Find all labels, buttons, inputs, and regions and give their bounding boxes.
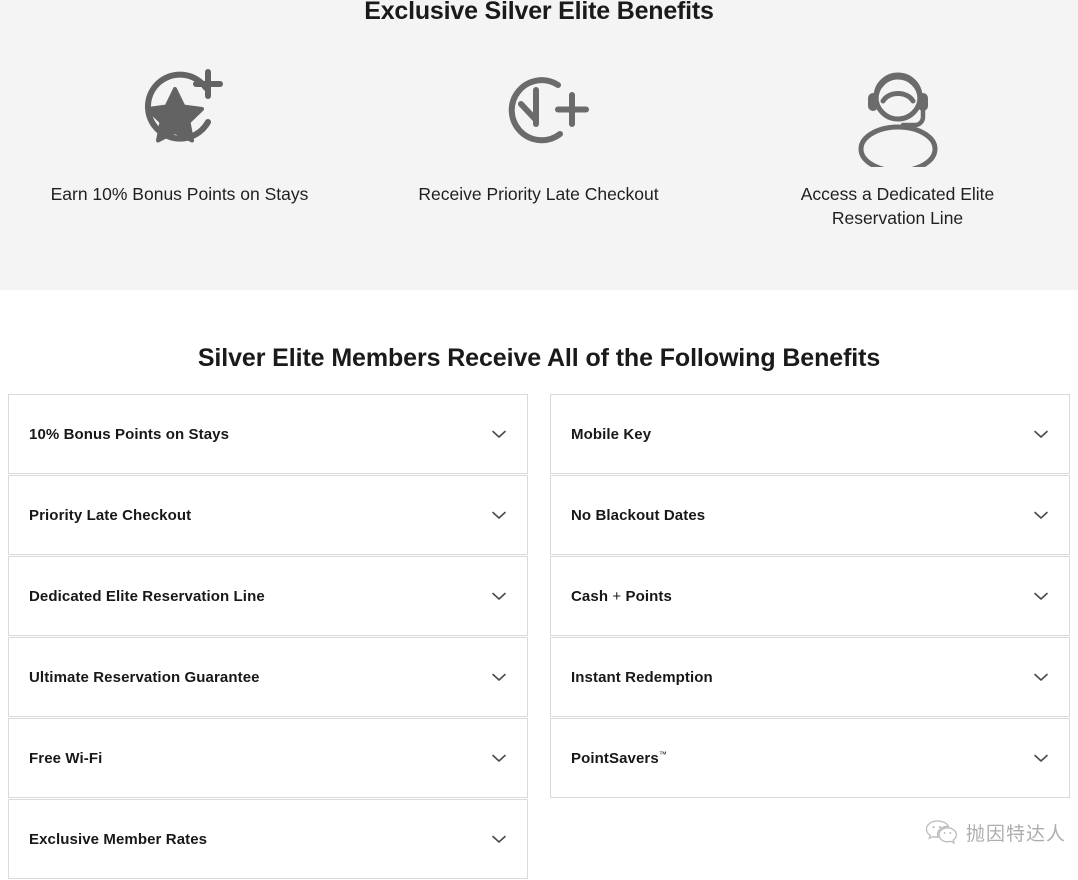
accordion-item-instant-redemption[interactable]: Instant Redemption xyxy=(550,637,1070,717)
chevron-down-icon[interactable] xyxy=(489,748,509,768)
accordion-left-column: 10% Bonus Points on Stays Priority Late … xyxy=(8,394,528,880)
accordion-right-column: Mobile Key No Blackout Dates Cash + Poin… xyxy=(550,394,1070,880)
hero-section: Exclusive Silver Elite Benefits Earn 10%… xyxy=(0,0,1078,290)
chevron-down-icon[interactable] xyxy=(1031,505,1051,525)
chevron-down-icon[interactable] xyxy=(1031,424,1051,444)
hero-benefit-2: Receive Priority Late Checkout xyxy=(359,52,718,230)
hero-benefit-1: Earn 10% Bonus Points on Stays xyxy=(0,52,359,230)
accordion-item-cash-plus-points[interactable]: Cash + Points xyxy=(550,556,1070,636)
chevron-down-icon[interactable] xyxy=(489,829,509,849)
accordion-item-no-blackout-dates[interactable]: No Blackout Dates xyxy=(550,475,1070,555)
accordion-item-label: Cash + Points xyxy=(571,588,672,605)
accordion-item-label: Mobile Key xyxy=(571,426,651,443)
accordion-item-priority-late-checkout[interactable]: Priority Late Checkout xyxy=(8,475,528,555)
accordion-item-label: Priority Late Checkout xyxy=(29,507,191,524)
accordion-item-exclusive-member-rates[interactable]: Exclusive Member Rates xyxy=(8,799,528,879)
accordion-item-label: Instant Redemption xyxy=(571,669,713,686)
accordion-item-free-wifi[interactable]: Free Wi-Fi xyxy=(8,718,528,798)
accordion-item-mobile-key[interactable]: Mobile Key xyxy=(550,394,1070,474)
clock-plus-icon xyxy=(489,52,589,172)
accordion-item-ultimate-reservation-guarantee[interactable]: Ultimate Reservation Guarantee xyxy=(8,637,528,717)
accordion-item-dedicated-elite-reservation-line[interactable]: Dedicated Elite Reservation Line xyxy=(8,556,528,636)
accordion-item-label: Free Wi-Fi xyxy=(29,750,102,767)
cash-plus-points-operator: + xyxy=(612,588,621,605)
pointsavers-name: PointSavers xyxy=(571,750,659,767)
hero-benefit-3-label: Access a Dedicated Elite Reservation Lin… xyxy=(773,182,1023,230)
cash-plus-points-part-1: Cash xyxy=(571,588,612,605)
accordion-item-label: No Blackout Dates xyxy=(571,507,705,524)
benefits-accordion: 10% Bonus Points on Stays Priority Late … xyxy=(8,394,1070,880)
hero-title: Exclusive Silver Elite Benefits xyxy=(0,0,1078,26)
star-circle-plus-icon xyxy=(130,52,230,172)
accordion-item-label: Ultimate Reservation Guarantee xyxy=(29,669,260,686)
chevron-down-icon[interactable] xyxy=(1031,586,1051,606)
cash-plus-points-part-2: Points xyxy=(621,588,672,605)
accordion-item-label: Exclusive Member Rates xyxy=(29,831,207,848)
chevron-down-icon[interactable] xyxy=(1031,748,1051,768)
accordion-item-label: 10% Bonus Points on Stays xyxy=(29,426,229,443)
headset-agent-icon xyxy=(843,52,953,172)
trademark-symbol: ™ xyxy=(659,750,667,759)
chevron-down-icon[interactable] xyxy=(489,505,509,525)
hero-benefit-columns: Earn 10% Bonus Points on Stays Receive P… xyxy=(0,52,1078,230)
hero-benefit-1-label: Earn 10% Bonus Points on Stays xyxy=(51,182,309,206)
chevron-down-icon[interactable] xyxy=(489,424,509,444)
chevron-down-icon[interactable] xyxy=(489,667,509,687)
accordion-item-label: PointSavers™ xyxy=(571,750,667,767)
accordion-item-label: Dedicated Elite Reservation Line xyxy=(29,588,265,605)
section-heading: Silver Elite Members Receive All of the … xyxy=(0,344,1078,373)
chevron-down-icon[interactable] xyxy=(1031,667,1051,687)
accordion-item-pointsavers[interactable]: PointSavers™ xyxy=(550,718,1070,798)
hero-benefit-3: Access a Dedicated Elite Reservation Lin… xyxy=(718,52,1077,230)
accordion-item-bonus-points[interactable]: 10% Bonus Points on Stays xyxy=(8,394,528,474)
chevron-down-icon[interactable] xyxy=(489,586,509,606)
hero-benefit-2-label: Receive Priority Late Checkout xyxy=(418,182,658,206)
